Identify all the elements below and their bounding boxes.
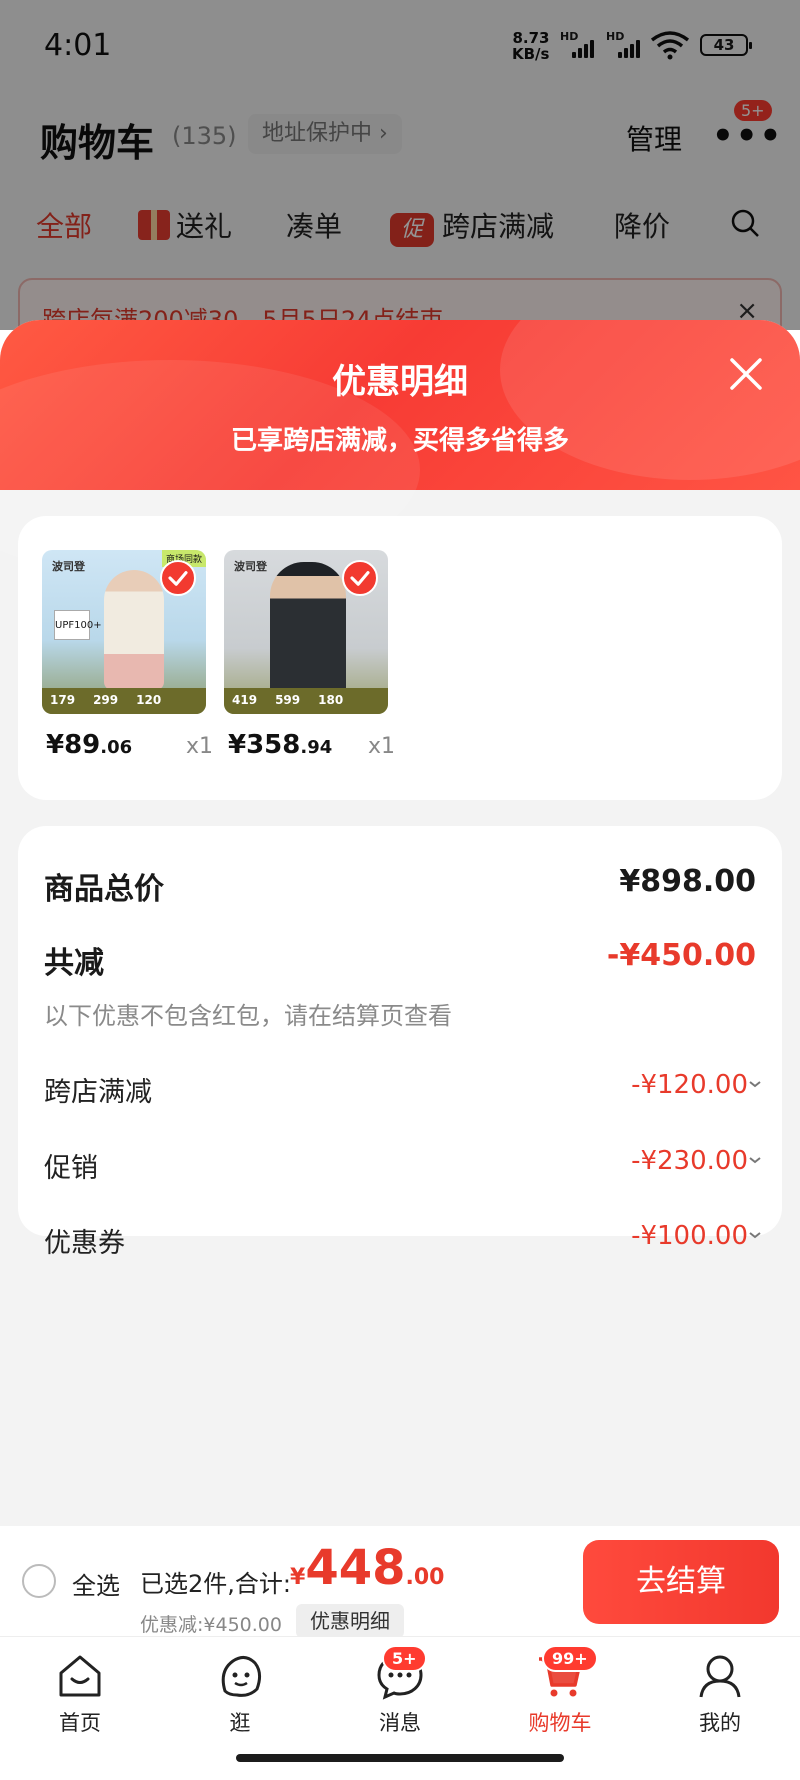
discount-detail-button[interactable]: 优惠明细 bbox=[296, 1604, 404, 1638]
select-all-radio[interactable] bbox=[22, 1564, 56, 1598]
home-icon bbox=[59, 1655, 101, 1697]
checkout-total: ¥448.00 bbox=[290, 1540, 445, 1596]
tab-messages[interactable]: 5+ 消息 bbox=[350, 1645, 450, 1737]
product-price: ¥358.94 bbox=[228, 730, 333, 760]
products-card: 波司登 商场同款 UPF100+ 179 299 120 ¥89.06 x1 波司登… bbox=[18, 516, 782, 800]
checkout-button[interactable]: 去结算 bbox=[583, 1540, 779, 1624]
tab-profile[interactable]: 我的 bbox=[670, 1651, 770, 1737]
sheet-subtitle: 已享跨店满减，买得多省得多 bbox=[230, 426, 569, 456]
total-price-value: ¥898.00 bbox=[619, 864, 756, 899]
product-quantity: x1 bbox=[186, 734, 214, 759]
discount-note: 以下优惠不包含红包，请在结算页查看 bbox=[44, 1002, 452, 1030]
tab-browse[interactable]: 逛 bbox=[190, 1651, 290, 1737]
product-item[interactable]: 波司登 419 599 180 ¥358.94 x1 bbox=[224, 550, 395, 760]
selected-count-text: 已选2件,合计: bbox=[140, 1570, 291, 1598]
sheet-header: 优惠明细 已享跨店满减，买得多省得多 bbox=[0, 320, 800, 580]
price-summary-card: 商品总价 ¥898.00 共减 -¥450.00 以下优惠不包含红包，请在结算页… bbox=[18, 826, 782, 1259]
chevron-down-icon bbox=[749, 1232, 761, 1239]
chevron-down-icon bbox=[749, 1157, 761, 1164]
checkout-bar: 全选 已选2件,合计: ¥448.00 优惠减:¥450.00 优惠明细 去结算 bbox=[0, 1526, 800, 1638]
total-reduction-value: -¥450.00 bbox=[606, 938, 756, 973]
profile-icon bbox=[699, 1655, 741, 1698]
product-item[interactable]: 波司登 商场同款 UPF100+ 179 299 120 ¥89.06 x1 bbox=[42, 550, 213, 760]
dim-overlay[interactable] bbox=[0, 0, 800, 330]
home-indicator[interactable] bbox=[236, 1754, 564, 1762]
browse-icon bbox=[221, 1656, 262, 1697]
messages-badge: 5+ bbox=[382, 1645, 427, 1672]
check-icon[interactable] bbox=[160, 560, 196, 596]
select-all-label[interactable]: 全选 bbox=[72, 1566, 120, 1601]
close-icon[interactable] bbox=[726, 354, 766, 394]
sheet-title: 优惠明细 bbox=[332, 362, 468, 402]
tab-home[interactable]: 首页 bbox=[30, 1651, 130, 1737]
checkout-discount-text: 优惠减:¥450.00 bbox=[140, 1614, 282, 1636]
check-icon[interactable] bbox=[342, 560, 378, 596]
product-quantity: x1 bbox=[368, 734, 396, 759]
cart-badge: 99+ bbox=[542, 1645, 598, 1672]
product-price: ¥89.06 bbox=[46, 730, 133, 760]
tab-cart[interactable]: 99+ 购物车 bbox=[510, 1645, 610, 1737]
product-image: 波司登 商场同款 UPF100+ 179 299 120 bbox=[42, 550, 206, 714]
chevron-down-icon bbox=[749, 1081, 761, 1088]
product-image: 波司登 419 599 180 bbox=[224, 550, 388, 714]
